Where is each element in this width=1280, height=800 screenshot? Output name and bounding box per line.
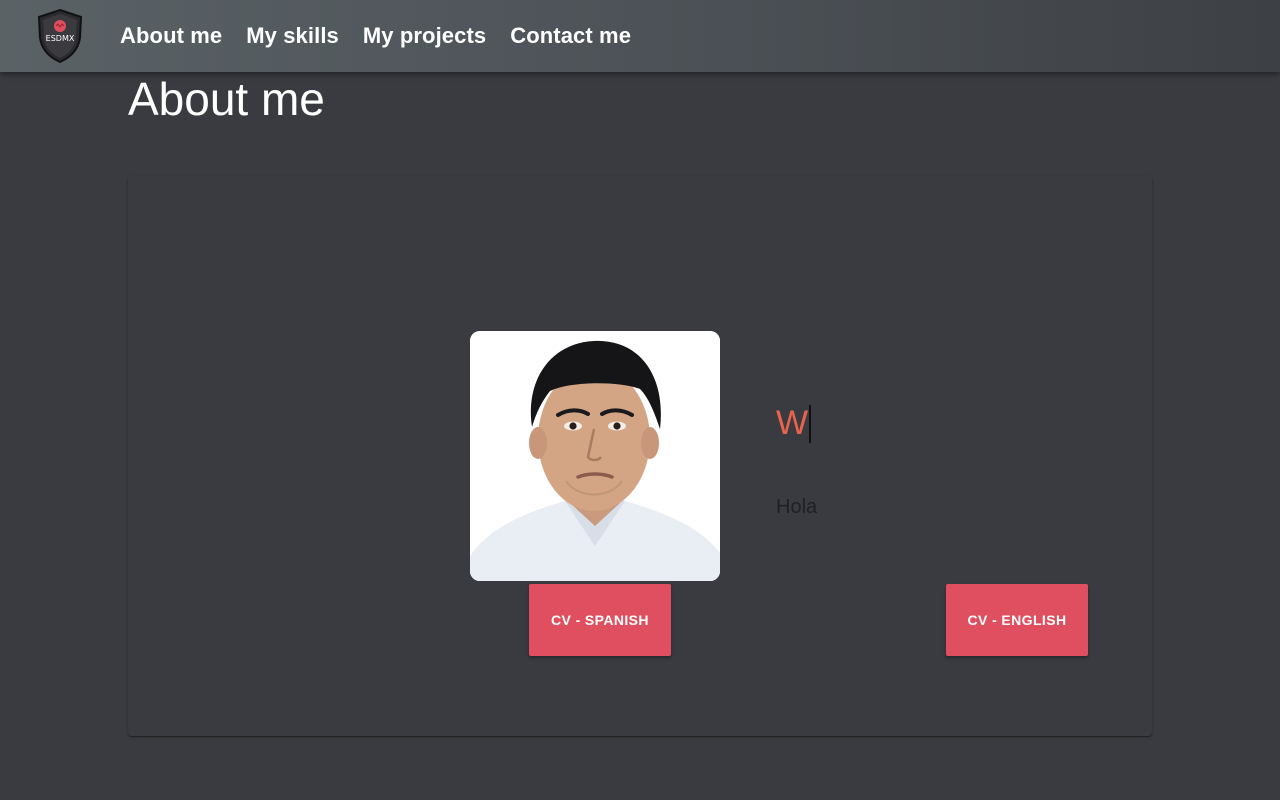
portrait-image xyxy=(470,331,720,581)
typewriter-text: W xyxy=(776,404,812,443)
typewriter-letters: W xyxy=(776,404,809,442)
main-nav: About me My skills My projects Contact m… xyxy=(120,0,631,72)
nav-contact-me[interactable]: Contact me xyxy=(510,23,631,49)
typewriter-cursor xyxy=(809,404,812,443)
page-title: About me xyxy=(128,73,325,125)
profile-photo xyxy=(470,331,720,581)
about-card: W Hola CV - SPANISH CV - ENGLISH xyxy=(128,176,1152,736)
nav-my-projects[interactable]: My projects xyxy=(363,23,486,49)
greeting-text: Hola xyxy=(776,496,818,518)
cv-spanish-button[interactable]: CV - SPANISH xyxy=(529,584,671,656)
top-navbar: ESDMX About me My skills My projects Con… xyxy=(0,0,1280,72)
esdmx-logo[interactable]: ESDMX xyxy=(34,8,86,64)
cv-english-button[interactable]: CV - ENGLISH xyxy=(946,584,1088,656)
logo-text: ESDMX xyxy=(45,34,75,43)
nav-my-skills[interactable]: My skills xyxy=(246,23,339,49)
nav-about-me[interactable]: About me xyxy=(120,23,222,49)
